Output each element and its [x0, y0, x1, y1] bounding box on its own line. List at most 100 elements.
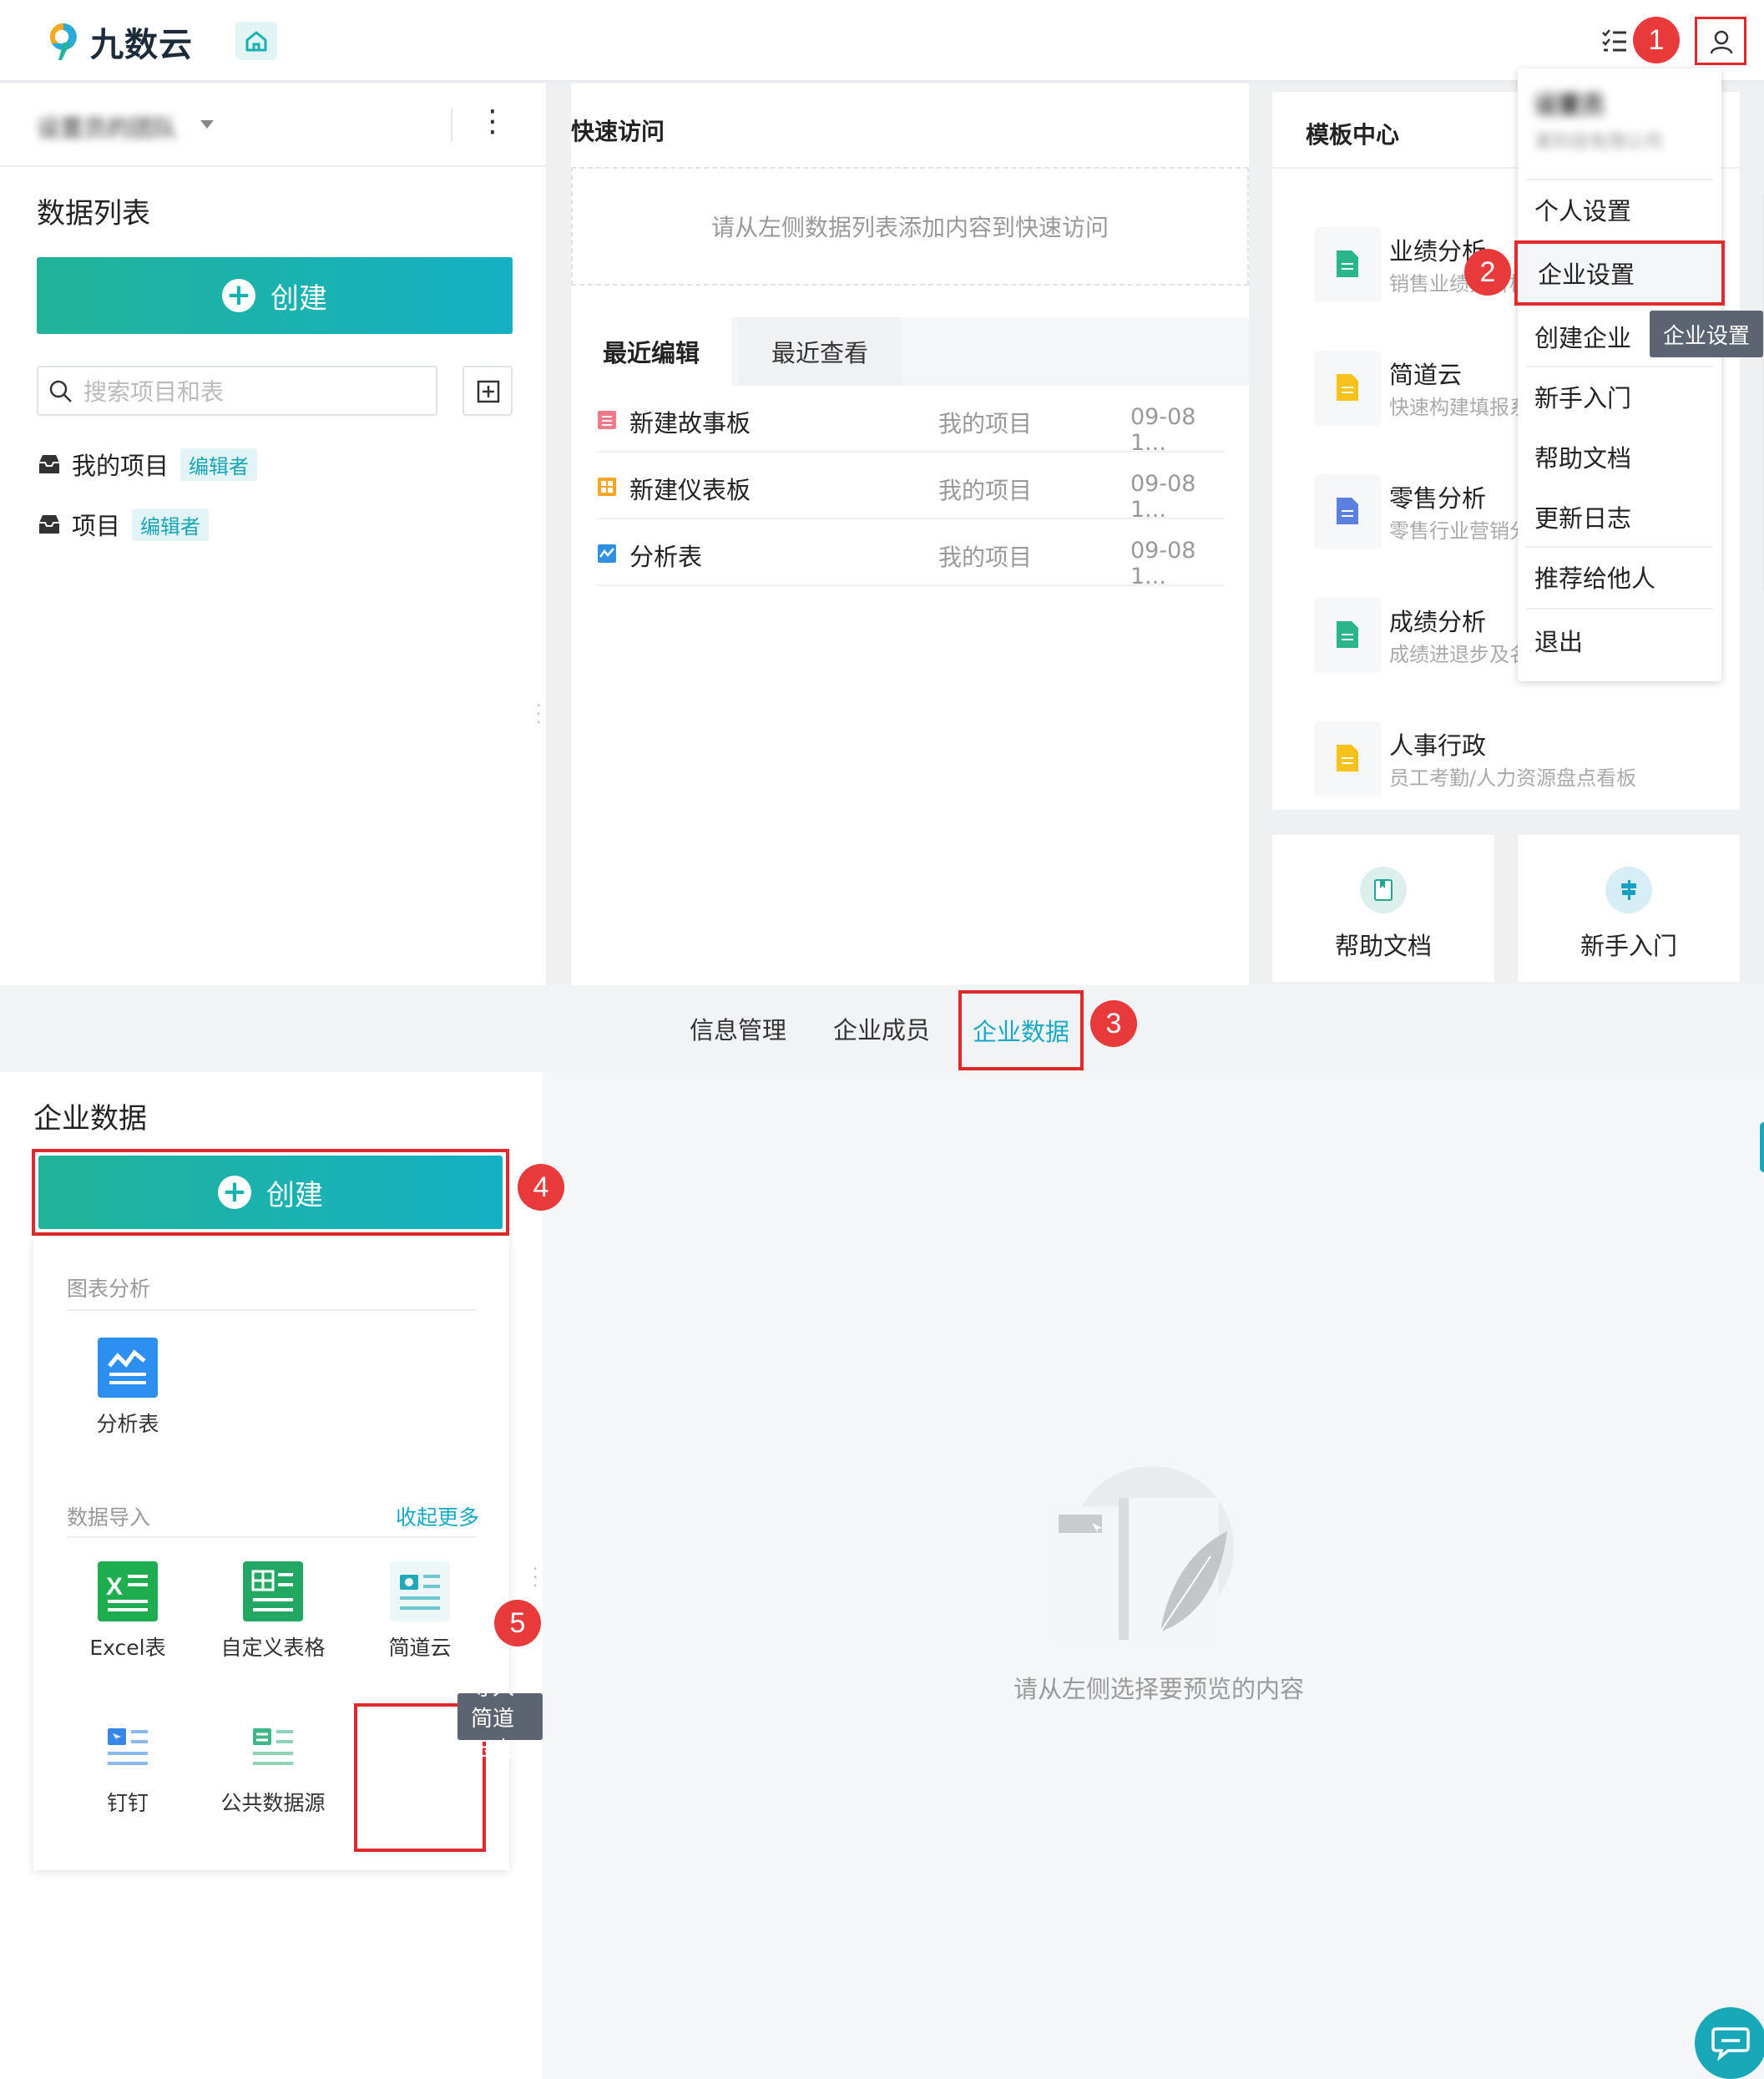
enterprise-data-screen: 企业数据 + 创建 图表分析 分析表 数据导入 收起更多 X Excel表 自定… — [0, 1072, 1764, 2079]
create-button[interactable]: + 创建 — [37, 257, 513, 334]
menu-item-recommend[interactable]: 推荐给他人 — [1518, 548, 1721, 606]
import-excel[interactable]: X Excel表 — [65, 1551, 190, 1677]
item-project: 我的项目 — [938, 544, 1033, 571]
collapse-more-link[interactable]: 收起更多 — [396, 1501, 479, 1531]
section-title: 图表分析 — [67, 1277, 151, 1301]
item-project: 我的项目 — [938, 477, 1033, 504]
create-menu: 图表分析 分析表 数据导入 收起更多 X Excel表 自定义表格 简道云 钉钉… — [33, 1236, 509, 1870]
menu-item-logout[interactable]: 退出 — [1518, 611, 1721, 670]
item-label: Excel表 — [89, 1636, 166, 1660]
step-marker-2: 2 — [1464, 249, 1511, 296]
top-bar: 九数云 1 — [0, 0, 1764, 82]
project-item[interactable]: 我的项目 编辑者 — [37, 446, 258, 483]
tab-recent-edited[interactable]: 最近编辑 — [571, 317, 731, 386]
team-name: 设置员的团队 — [37, 114, 178, 142]
shortcut-label: 帮助文档 — [1334, 932, 1432, 960]
user-menu-button[interactable] — [1695, 17, 1746, 65]
import-public-datasource[interactable]: 公共数据源 — [210, 1707, 336, 1832]
dingtalk-icon — [98, 1717, 158, 1777]
tab-recent-viewed[interactable]: 最近查看 — [738, 317, 902, 386]
empty-preview-illustration — [1052, 1466, 1234, 1640]
search-field[interactable] — [37, 366, 437, 416]
template-center-title: 模板中心 — [1306, 121, 1400, 149]
dashboard-icon — [598, 478, 616, 496]
create-analysis-table[interactable]: 分析表 — [65, 1328, 190, 1453]
inbox-icon — [39, 455, 59, 473]
import-dingtalk[interactable]: 钉钉 — [65, 1707, 190, 1832]
empty-preview-hint: 请从左侧选择要预览的内容 — [1013, 1675, 1305, 1703]
chat-support-button[interactable] — [1695, 2007, 1764, 2079]
user-dropdown-menu: 设置员 某科技有限公司 个人设置 企业设置 创建企业 新手入门 帮助文档 更新日… — [1514, 68, 1725, 681]
divider — [1526, 608, 1713, 610]
item-label: 自定义表格 — [220, 1636, 326, 1660]
item-date: 09-08 1... — [1130, 404, 1196, 456]
step-marker-4: 4 — [518, 1164, 564, 1211]
item-label: 简道云 — [388, 1636, 452, 1660]
logo-text: 九数云 — [90, 26, 193, 64]
search-input[interactable] — [83, 376, 426, 407]
import-custom-table[interactable]: 自定义表格 — [210, 1551, 336, 1677]
custom-table-icon — [243, 1561, 303, 1621]
quick-access-dropzone: 请从左侧数据列表添加内容到快速访问 — [571, 167, 1249, 286]
step-marker-5: 5 — [494, 1600, 541, 1647]
jiandaoyun-icon — [390, 1561, 450, 1621]
more-vertical-icon[interactable]: ⋮ — [478, 105, 508, 139]
enterprise-data-panel: 企业数据 + 创建 图表分析 分析表 数据导入 收起更多 X Excel表 自定… — [0, 1072, 564, 2079]
app-logo[interactable]: 九数云 — [45, 20, 193, 64]
team-switcher[interactable]: 设置员的团队 ⋮ — [0, 83, 546, 167]
step-marker-1: 1 — [1633, 17, 1680, 63]
item-label: 分析表 — [96, 1412, 159, 1436]
divider — [451, 109, 452, 142]
menu-item-help-docs[interactable]: 帮助文档 — [1518, 427, 1721, 486]
create-button[interactable]: + 创建 — [38, 1156, 503, 1229]
doc-icon — [1314, 474, 1381, 549]
create-button-label: 创建 — [270, 281, 327, 316]
excel-icon: X — [98, 1561, 158, 1621]
doc-icon — [1314, 721, 1381, 797]
quick-access-hint: 请从左侧数据列表添加内容到快速访问 — [710, 214, 1109, 241]
settings-tab-bar: 信息管理 企业成员 企业数据 3 — [0, 985, 1764, 1072]
tab-info-management[interactable]: 信息管理 — [690, 985, 786, 1072]
home-screen: 九数云 1 设置员的团队 ⋮ 数据列表 + 创建 搜索项目和表 我的项目 编辑者… — [0, 0, 1764, 985]
list-item[interactable]: 新建仪表板 我的项目 09-08 1... — [596, 453, 1224, 523]
resize-handle[interactable]: · · · — [533, 1561, 538, 1594]
analysis-table-icon — [98, 1338, 158, 1398]
chat-icon — [1711, 2027, 1750, 2061]
list-item[interactable]: 分析表 我的项目 09-08 1... — [596, 519, 1224, 589]
import-jiandaoyun[interactable]: 简道云 — [357, 1551, 483, 1677]
panel-title: 数据列表 — [37, 197, 150, 230]
tab-enterprise-members[interactable]: 企业成员 — [833, 985, 930, 1072]
tab-enterprise-data[interactable]: 企业数据 — [958, 990, 1084, 1070]
help-docs-shortcut[interactable]: 帮助文档 — [1272, 835, 1494, 982]
menu-item-enterprise-settings[interactable]: 企业设置 — [1514, 240, 1725, 306]
menu-item-changelog[interactable]: 更新日志 — [1518, 488, 1721, 546]
home-button[interactable] — [235, 22, 277, 60]
inbox-icon — [39, 515, 59, 534]
analysis-table-icon — [598, 544, 616, 563]
template-item[interactable]: 人事行政 员工考勤/人力资源盘点看板 — [1314, 721, 1731, 797]
plus-circle-icon: + — [218, 1176, 251, 1209]
book-icon — [1360, 867, 1407, 913]
item-name: 分析表 — [629, 543, 703, 571]
project-item[interactable]: 项目 编辑者 — [37, 506, 210, 543]
getting-started-shortcut[interactable]: 新手入门 — [1518, 835, 1740, 982]
template-name: 人事行政 — [1389, 731, 1487, 760]
side-panel-tab[interactable] — [1760, 1122, 1764, 1172]
recent-list: 新建故事板 我的项目 09-08 1... 新建仪表板 我的项目 09-08 1… — [571, 386, 1249, 985]
item-date: 09-08 1... — [1130, 538, 1196, 589]
add-project-button[interactable] — [462, 366, 513, 416]
template-name: 零售分析 — [1389, 484, 1487, 513]
list-item[interactable]: 新建故事板 我的项目 09-08 1... — [596, 386, 1224, 456]
user-company: 某科技有限公司 — [1534, 132, 1664, 153]
tooltip: 企业设置 — [1650, 311, 1764, 357]
menu-item-personal-settings[interactable]: 个人设置 — [1518, 180, 1721, 239]
menu-item-getting-started[interactable]: 新手入门 — [1518, 367, 1721, 426]
main-panel: 快速访问 请从左侧数据列表添加内容到快速访问 最近编辑 最近查看 新建故事板 我… — [571, 83, 1249, 985]
add-square-icon — [477, 380, 500, 403]
task-list-icon[interactable] — [1600, 25, 1630, 55]
project-name: 项目 — [72, 512, 121, 540]
doc-icon — [1314, 351, 1381, 426]
role-badge: 编辑者 — [132, 508, 210, 541]
resize-handle[interactable]: · · · — [536, 697, 541, 731]
doc-icon — [1314, 227, 1381, 302]
